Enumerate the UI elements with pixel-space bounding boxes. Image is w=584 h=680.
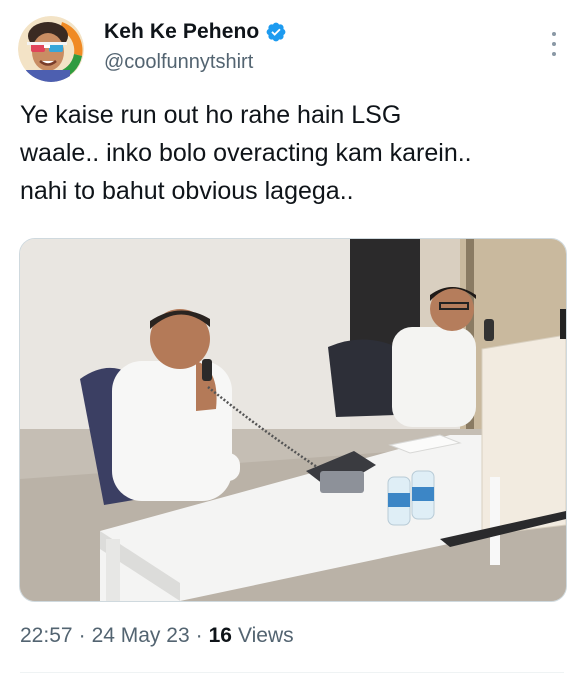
tweet-text-line: nahi to bahut obvious lagega.. (20, 177, 354, 205)
tweet-meta: 22:57 · 24 May 23 · 16 Views (20, 624, 294, 648)
tweet-text-line: Ye kaise run out ho rahe hain LSG (20, 101, 402, 129)
tweet-card: Keh Ke Peheno @coolfunnytshirt Ye kaise … (0, 0, 584, 680)
verified-badge-icon (265, 21, 287, 43)
more-options-icon[interactable] (550, 32, 558, 56)
avatar[interactable] (18, 16, 84, 82)
tweet-text-line: waale.. inko bolo overacting kam karein.… (20, 139, 472, 167)
tweet-text: Ye kaise run out ho rahe hain LSG waale.… (20, 96, 568, 210)
meta-separator: · (195, 624, 203, 647)
tweet-date[interactable]: 24 May 23 (92, 624, 190, 648)
tweet-photo[interactable] (19, 238, 567, 602)
author-handle[interactable]: @coolfunnytshirt (104, 51, 253, 74)
tweet-time[interactable]: 22:57 (20, 624, 73, 648)
avatar-image (18, 16, 84, 82)
meta-separator: · (78, 624, 86, 647)
divider (20, 672, 564, 673)
author-display-name[interactable]: Keh Ke Peheno (104, 20, 259, 44)
views-count[interactable]: 16 (209, 624, 232, 648)
author-name-row[interactable]: Keh Ke Peheno (104, 20, 287, 44)
office-scene-image (20, 239, 566, 601)
views-label[interactable]: Views (238, 624, 294, 648)
